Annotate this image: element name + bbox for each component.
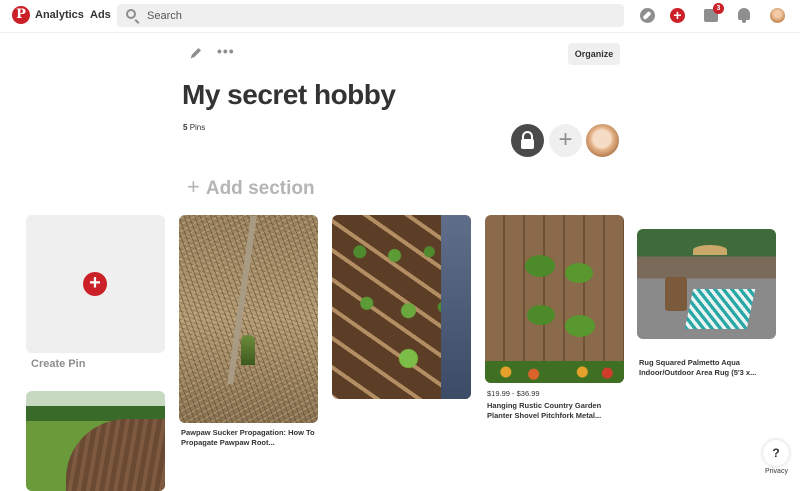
create-plus-icon[interactable]: + — [670, 8, 685, 23]
pin-title[interactable]: Pawpaw Sucker Propagation: How To Propag… — [181, 428, 316, 448]
pin-title[interactable]: Rug Squared Palmetto Aqua Indoor/Outdoor… — [639, 358, 774, 378]
planter-flowers — [485, 361, 624, 383]
pin-image-pawpaw[interactable] — [179, 215, 318, 423]
help-button[interactable]: ? — [763, 440, 789, 466]
privacy-link[interactable]: Privacy — [765, 468, 788, 475]
pin-count-label: Pins — [189, 123, 206, 132]
rug-sofa — [665, 277, 687, 311]
rug-pattern — [684, 289, 756, 329]
pencil-icon[interactable] — [189, 46, 203, 60]
planter-leaves — [527, 305, 555, 325]
seedlings-floor — [441, 215, 471, 399]
pin-image-seedlings[interactable] — [332, 215, 471, 399]
pin-price: $19.99 - $36.99 — [487, 389, 540, 398]
lock-body — [521, 139, 534, 149]
pin-title[interactable]: Hanging Rustic Country Garden Planter Sh… — [487, 401, 622, 421]
add-section-button[interactable]: + Add section — [187, 174, 315, 200]
organize-button[interactable]: Organize — [568, 43, 620, 65]
add-section-label: Add section — [205, 178, 315, 199]
planter-leaves — [565, 315, 595, 337]
pin-image-rug[interactable] — [637, 229, 776, 339]
pinterest-logo-icon[interactable]: P — [12, 6, 30, 24]
profile-avatar[interactable] — [770, 8, 785, 23]
search-icon — [126, 9, 136, 19]
pawpaw-sprout — [241, 335, 255, 365]
planter-leaves — [525, 255, 555, 277]
ads-link[interactable]: Ads — [90, 9, 111, 21]
create-pin-label[interactable]: Create Pin — [31, 358, 85, 370]
bell-icon[interactable] — [738, 8, 750, 23]
search-bar[interactable] — [117, 4, 624, 27]
more-options-button[interactable]: ••• — [217, 43, 235, 59]
pin-image-planter[interactable] — [485, 215, 624, 383]
pin-count-number: 5 — [183, 123, 188, 132]
secret-lock-icon[interactable] — [511, 124, 544, 157]
search-input[interactable] — [147, 7, 607, 24]
garden-deck — [66, 419, 165, 491]
notification-badge: 3 — [713, 3, 724, 14]
add-section-plus-icon: + — [187, 174, 200, 199]
create-pin-plus-icon: + — [83, 272, 107, 296]
rug-umbrella — [693, 245, 727, 255]
create-pin-card[interactable]: + — [26, 215, 165, 353]
pin-count: 5 Pins — [183, 123, 205, 132]
board-owner-avatar[interactable] — [586, 124, 619, 157]
add-collaborator-button[interactable]: + — [549, 124, 582, 157]
pin-image-garden-path[interactable] — [26, 391, 165, 491]
planter-leaves — [565, 263, 593, 283]
compass-icon[interactable] — [640, 8, 655, 23]
board-title: My secret hobby — [182, 79, 396, 110]
analytics-link[interactable]: Analytics — [35, 9, 84, 21]
top-nav: P Analytics Ads + 3 — [0, 0, 800, 33]
